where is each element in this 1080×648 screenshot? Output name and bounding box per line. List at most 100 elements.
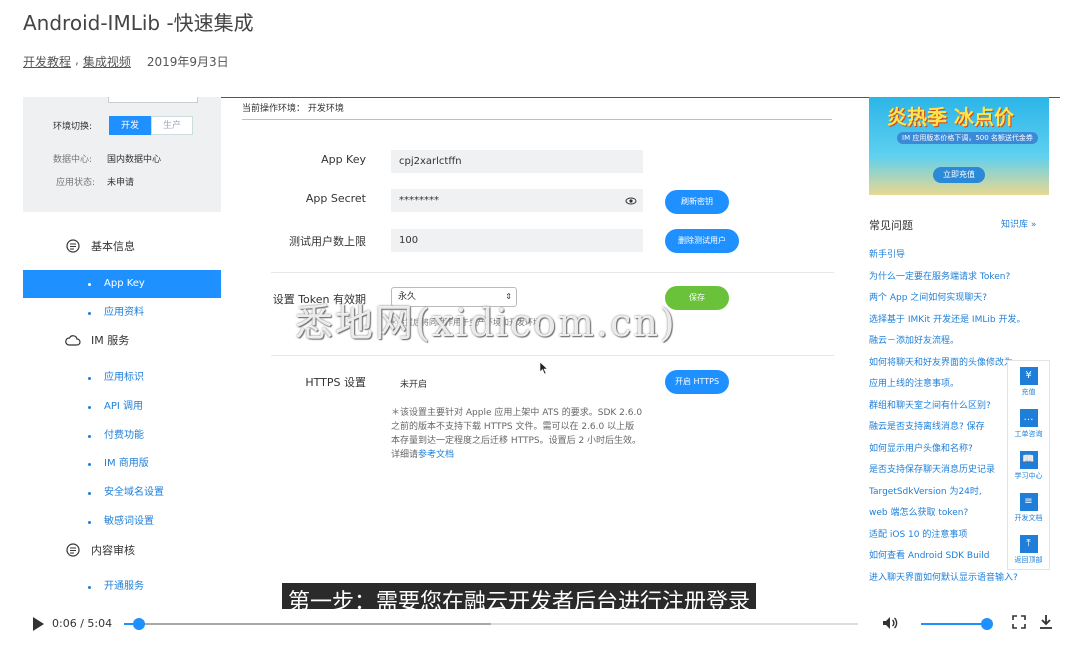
sidebar-item-label: 付费功能	[104, 430, 144, 441]
test-users-label: 测试用户数上限	[289, 235, 366, 248]
gear-list-icon	[65, 542, 81, 558]
faq-item[interactable]: 融云－添加好友流程。	[869, 333, 1059, 355]
sidebar-item-paid-features[interactable]: 付费功能	[23, 422, 221, 450]
post-title: Android-IMLib -快速集成	[23, 11, 254, 35]
sidebar-item-app-id[interactable]: 应用标识	[23, 364, 221, 392]
float-label: 工单咨询	[1014, 430, 1043, 438]
section-content-review[interactable]: 内容审核	[65, 542, 135, 558]
current-env-divider	[242, 119, 832, 120]
app-key-field[interactable]: cpj2xarlctffn	[391, 150, 643, 173]
sidebar-item-enable-service[interactable]: 开通服务	[23, 573, 221, 601]
sidebar-item-label: 敏感词设置	[104, 516, 154, 527]
fullscreen-icon[interactable]	[1011, 614, 1027, 634]
promo-banner[interactable]: 炎热季 冰点价 IM 应用版本价格下调，500 名额送代金券 立即充值	[869, 97, 1049, 195]
sidebar-item-app-key[interactable]: App Key	[23, 270, 221, 298]
seek-handle[interactable]	[132, 618, 145, 630]
sidebar-item-label: App Key	[104, 278, 145, 289]
floating-toolbar: ¥ 充值 … 工单咨询 📖 学习中心 ≡ 开发文档 ⤒ 返回顶部	[1007, 360, 1050, 570]
sidebar-item-label: 安全域名设置	[104, 487, 164, 498]
section-basic-info[interactable]: 基本信息	[65, 238, 135, 254]
app-key-value: cpj2xarlctffn	[399, 156, 462, 167]
form-divider	[271, 272, 834, 273]
sidebar-item-sensitive-words[interactable]: 敏感词设置	[23, 508, 221, 536]
delete-test-users-button[interactable]: 删除测试用户	[665, 229, 739, 253]
category-link-tutorial[interactable]: 开发教程	[23, 53, 71, 70]
app-secret-label: App Secret	[305, 192, 366, 205]
back-to-top-icon: ⤒	[1019, 535, 1038, 553]
download-icon[interactable]	[1038, 613, 1054, 635]
sidebar-item-api-calls[interactable]: API 调用	[23, 393, 221, 421]
sidebar-item-label: 开通服务	[104, 581, 144, 592]
faq-item[interactable]: 进入聊天界面如何默认显示语音输入?	[869, 570, 1059, 592]
float-docs[interactable]: ≡ 开发文档	[1008, 487, 1049, 529]
app-status-value: 未申请	[107, 178, 135, 188]
float-back-to-top[interactable]: ⤒ 返回顶部	[1008, 529, 1049, 571]
refresh-secret-button[interactable]: 刷新密钥	[665, 190, 729, 214]
faq-item[interactable]: 为什么一定要在服务端请求 Token?	[869, 269, 1059, 291]
app-selector[interactable]	[108, 97, 198, 103]
mouse-cursor-icon	[539, 361, 549, 375]
eye-icon[interactable]	[625, 189, 637, 221]
https-value: 未开启	[400, 380, 428, 390]
float-recharge[interactable]: ¥ 充值	[1008, 361, 1049, 403]
faq-item[interactable]: 两个 App 之间如何实现聊天?	[869, 290, 1059, 312]
env-prod-button[interactable]: 生产	[151, 116, 193, 135]
float-label: 返回顶部	[1014, 556, 1043, 564]
form-divider	[271, 355, 834, 356]
env-panel: 环境切换: 开发 生产 数据中心: 国内数据中心 应用状态: 未申请	[23, 97, 221, 212]
section-im-service[interactable]: IM 服务	[65, 332, 129, 348]
gear-list-icon	[65, 238, 81, 254]
volume-slider[interactable]	[921, 618, 993, 630]
banner-title: 炎热季 冰点价	[887, 105, 1014, 129]
float-ticket[interactable]: … 工单咨询	[1008, 403, 1049, 445]
sidebar-item-app-info[interactable]: 应用资料	[23, 299, 221, 327]
env-dev-button[interactable]: 开发	[109, 116, 151, 135]
float-label: 充值	[1021, 388, 1036, 396]
volume-handle[interactable]	[981, 618, 993, 630]
console-sidebar: 环境切换: 开发 生产 数据中心: 国内数据中心 应用状态: 未申请 基本信息 …	[23, 97, 221, 610]
sidebar-item-im-commercial[interactable]: IM 商用版	[23, 450, 221, 478]
app-secret-field[interactable]: ********	[391, 189, 643, 212]
video-frame[interactable]: 环境切换: 开发 生产 数据中心: 国内数据中心 应用状态: 未申请 基本信息 …	[23, 97, 1060, 637]
buffered-bar	[124, 623, 491, 625]
seek-bar[interactable]	[124, 618, 858, 630]
current-env-label: 当前操作环境： 开发环境	[242, 104, 344, 114]
sidebar-item-label: API 调用	[104, 401, 143, 412]
knowledge-base-link[interactable]: 知识库 »	[1001, 217, 1036, 230]
sidebar-item-label: IM 商用版	[104, 458, 149, 469]
video-controls: 0:06 / 5:04	[23, 609, 1060, 639]
test-users-field[interactable]: 100	[391, 229, 643, 252]
datacenter-label: 数据中心:	[53, 155, 93, 165]
env-switch: 开发 生产	[109, 116, 193, 135]
float-label: 学习中心	[1014, 472, 1043, 480]
banner-subtitle: IM 应用版本价格下调，500 名额送代金券	[897, 132, 1038, 144]
section-label: 内容审核	[91, 544, 135, 557]
float-learning[interactable]: 📖 学习中心	[1008, 445, 1049, 487]
volume-icon[interactable]	[881, 614, 899, 636]
post-meta: 开发教程, 集成视频 2019年9月3日	[23, 53, 229, 70]
watermark: 悉地网(xidicom.cn)	[295, 301, 677, 345]
section-label: IM 服务	[91, 334, 130, 347]
faq-title: 常见问题	[869, 219, 913, 232]
https-doc-link[interactable]: 参考文档	[418, 450, 454, 460]
sidebar-item-safe-domain[interactable]: 安全域名设置	[23, 479, 221, 507]
time-display: 0:06 / 5:04	[52, 617, 113, 630]
chat-icon: …	[1019, 409, 1038, 427]
app-status-label: 应用状态:	[56, 178, 96, 188]
sidebar-item-label: 应用标识	[104, 372, 144, 383]
category-separator: ,	[75, 53, 79, 67]
banner-recharge-button[interactable]: 立即充值	[933, 167, 985, 183]
faq-item[interactable]: 选择基于 IMKit 开发还是 IMLib 开发。	[869, 312, 1059, 334]
section-label: 基本信息	[91, 240, 135, 253]
category-link-video[interactable]: 集成视频	[83, 53, 131, 70]
sidebar-item-label: 应用资料	[104, 307, 144, 318]
float-label: 开发文档	[1014, 514, 1043, 522]
enable-https-button[interactable]: 开启 HTTPS	[665, 370, 729, 394]
cloud-icon	[65, 332, 81, 348]
play-icon[interactable]	[33, 617, 44, 631]
https-label: HTTPS 设置	[305, 376, 366, 389]
test-users-value: 100	[399, 235, 419, 246]
faq-item[interactable]: 新手引导	[869, 247, 1059, 269]
app-secret-value: ********	[399, 195, 439, 206]
post-date: 2019年9月3日	[146, 55, 229, 69]
